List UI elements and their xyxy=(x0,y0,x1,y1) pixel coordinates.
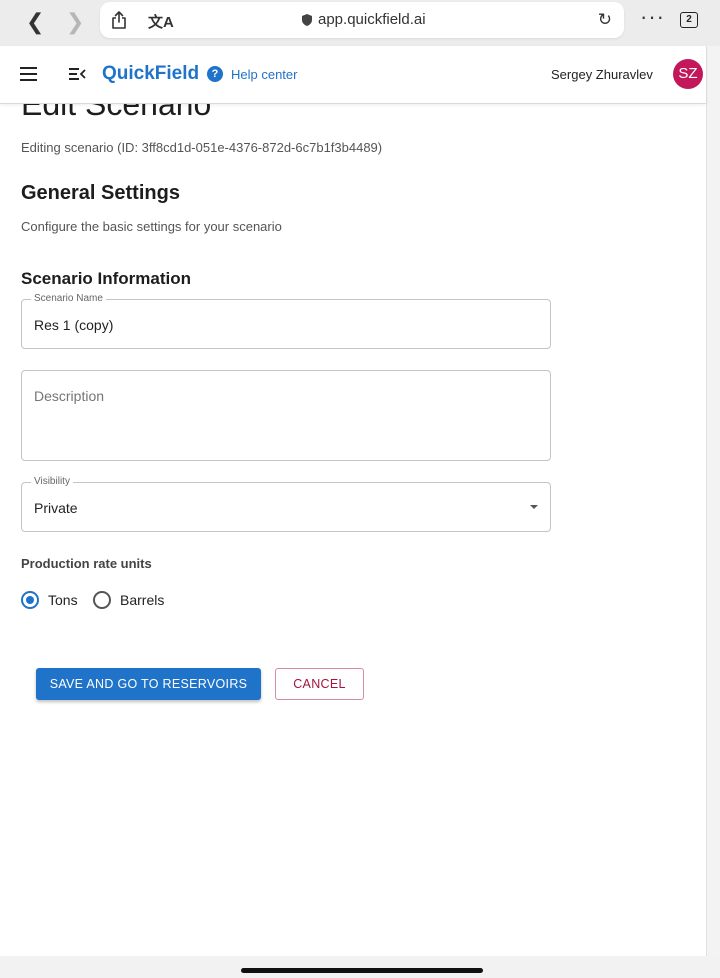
menu-icon[interactable] xyxy=(20,67,37,81)
back-icon[interactable]: ❮ xyxy=(26,9,44,35)
visibility-label: Visibility xyxy=(31,476,73,487)
scrollbar[interactable] xyxy=(706,46,720,956)
url-text[interactable]: app.quickfield.ai xyxy=(318,11,426,28)
dropdown-caret-icon[interactable] xyxy=(530,505,538,509)
browser-toolbar: ❮ ❯ 文A app.quickfield.ai ↻ ··· 2 xyxy=(0,0,720,46)
section-title: General Settings xyxy=(21,182,180,204)
bottom-bar xyxy=(0,956,720,978)
subsection-title: Scenario Information xyxy=(21,269,192,288)
main-content: Edit Scenario Editing scenario (ID: 3ff8… xyxy=(0,104,706,956)
scenario-name-field[interactable]: Scenario Name Res 1 (copy) xyxy=(21,293,551,349)
scenario-name-label: Scenario Name xyxy=(31,293,106,304)
radio-label-tons[interactable]: Tons xyxy=(48,592,78,608)
app-header: QuickField ? Help center Sergey Zhuravle… xyxy=(0,46,706,104)
radio-label-barrels[interactable]: Barrels xyxy=(120,592,164,608)
scenario-name-value[interactable]: Res 1 (copy) xyxy=(34,317,113,333)
visibility-value[interactable]: Private xyxy=(34,500,78,516)
translate-icon[interactable]: 文A xyxy=(148,11,174,32)
radio-button-unchecked[interactable] xyxy=(93,591,111,609)
tabs-icon[interactable]: 2 xyxy=(680,12,698,28)
more-icon[interactable]: ··· xyxy=(640,4,665,30)
address-bar[interactable]: 文A app.quickfield.ai ↻ xyxy=(100,2,624,38)
collapse-sidebar-icon[interactable] xyxy=(68,67,86,81)
avatar[interactable]: SZ xyxy=(673,59,703,89)
home-indicator[interactable] xyxy=(241,968,483,973)
help-center-link[interactable]: Help center xyxy=(231,67,297,82)
help-icon[interactable]: ? xyxy=(207,66,223,82)
lock-icon xyxy=(302,14,312,26)
cancel-button[interactable]: CANCEL xyxy=(275,668,364,700)
description-placeholder[interactable]: Description xyxy=(34,388,104,404)
user-name: Sergey Zhuravlev xyxy=(551,67,653,82)
visibility-select[interactable]: Visibility Private xyxy=(21,476,551,532)
page-title: Edit Scenario xyxy=(21,104,212,122)
forward-icon[interactable]: ❯ xyxy=(66,9,84,35)
brand-logo[interactable]: QuickField xyxy=(102,63,199,85)
reload-icon[interactable]: ↻ xyxy=(598,10,612,30)
share-icon[interactable] xyxy=(110,10,128,30)
page-subtitle: Editing scenario (ID: 3ff8cd1d-051e-4376… xyxy=(21,140,383,155)
description-field[interactable]: Description xyxy=(21,370,551,461)
radio-button-checked[interactable] xyxy=(21,591,39,609)
section-description: Configure the basic settings for your sc… xyxy=(21,219,282,234)
save-and-go-to-reservoirs-button[interactable]: SAVE AND GO TO RESERVOIRS xyxy=(36,668,261,700)
production-rate-units-label: Production rate units xyxy=(21,556,152,571)
